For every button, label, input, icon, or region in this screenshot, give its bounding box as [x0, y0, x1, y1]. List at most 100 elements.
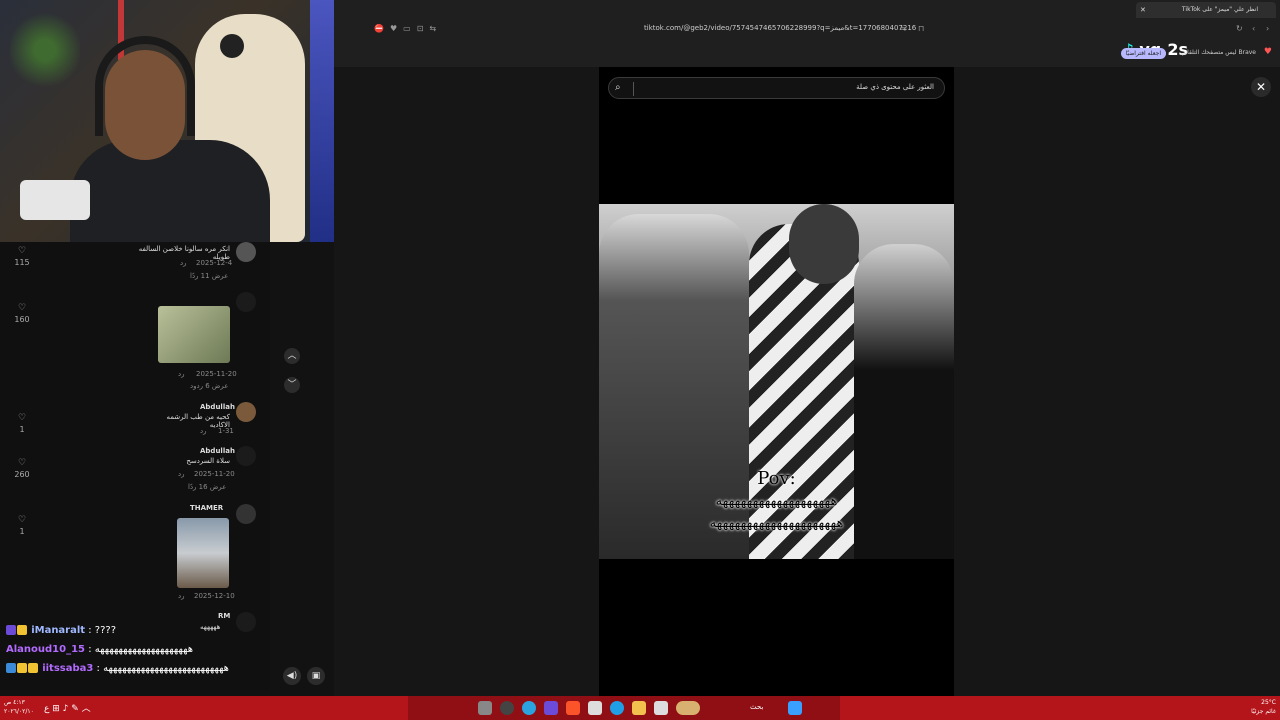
- badge-icon: [28, 663, 38, 673]
- avatar[interactable]: [236, 242, 256, 262]
- taskbar: ٤:١٣ ص ٢٠٢٦/٠٢/١٠ ع ⊞ ♪ ✎ ︿ بحث 25°C غائم …: [0, 696, 1280, 720]
- like-count: 1: [19, 425, 25, 434]
- comment-text: هههههه: [200, 623, 221, 631]
- avatar[interactable]: [236, 446, 256, 466]
- comment-photo[interactable]: [177, 518, 229, 588]
- default-browser-bar: ♪ vq.2s اجعله افتراضيًا Brave ليس متصفحك…: [334, 40, 1280, 67]
- like-count: 160: [14, 315, 30, 324]
- heart-icon[interactable]: ♡: [12, 413, 32, 423]
- video-frame[interactable]: Pov: هههههههههههههههههههه هههههههههههههه…: [599, 204, 954, 559]
- chat-text: : ههههههههههههههههههههه: [85, 644, 193, 655]
- tab-strip: + ✕ انظر علي "ميمز" على TikTok: [334, 0, 1280, 20]
- taskbar-search[interactable]: بحث: [750, 703, 763, 711]
- reload-icon[interactable]: ↻: [1236, 24, 1243, 33]
- view-replies[interactable]: عرض 16 ردًا: [188, 483, 226, 491]
- set-default-button[interactable]: اجعله افتراضيًا: [1120, 48, 1166, 59]
- weather-temp: 25°C: [1261, 699, 1276, 706]
- chat-text: : ههههههههههههههههههههههههههه: [93, 663, 229, 674]
- comment-date: 2025-12-4: [196, 259, 233, 267]
- comment-date: 2025-11-20: [194, 470, 235, 478]
- url-field[interactable]: tiktok.com/@geb2/video/75745474657062289…: [644, 24, 916, 32]
- related-search-input[interactable]: ⌕ العثور على محتوى ذي صلة: [608, 77, 945, 99]
- reply-link[interactable]: رد: [200, 427, 207, 435]
- reply-link[interactable]: رد: [180, 259, 187, 267]
- settings-icon[interactable]: [478, 701, 492, 715]
- start-icon[interactable]: [788, 701, 802, 715]
- avatar[interactable]: [236, 402, 256, 422]
- heart-icon[interactable]: ♡: [12, 303, 32, 313]
- video-caption-laugh: هههههههههههههههههههه: [715, 494, 839, 509]
- scroll-down-button[interactable]: ﹀: [284, 377, 300, 393]
- clock-time: ٤:١٣ ص: [4, 699, 25, 706]
- badge-icon: [6, 625, 16, 635]
- captions-icon[interactable]: ▣: [307, 667, 325, 685]
- headset: [95, 36, 195, 136]
- screen: انكر مره سالونا خلاصن السالفه طويله 2025…: [0, 0, 1280, 720]
- brave-heart-icon: ♥: [1263, 47, 1272, 57]
- badge-icon: [17, 625, 27, 635]
- commenter-name[interactable]: RM: [218, 612, 230, 620]
- reply-link[interactable]: رد: [178, 370, 185, 378]
- back-icon[interactable]: ‹: [1252, 24, 1255, 33]
- close-viewer-button[interactable]: ✕: [1251, 77, 1271, 97]
- video-caption-pov: Pov:: [757, 468, 796, 489]
- reply-link[interactable]: رد: [178, 470, 185, 478]
- chat-message: iitssaba3 : ههههههههههههههههههههههههههه: [6, 663, 229, 674]
- search-highlight-icon[interactable]: [676, 701, 700, 715]
- chat-text: : ????: [85, 625, 117, 636]
- commenter-name[interactable]: THAMER: [190, 504, 223, 512]
- address-bar: ⛔♥▭⊡⇆ tiktok.com/@geb2/video/75745474657…: [334, 20, 1280, 40]
- share-icon[interactable]: ⇋: [900, 24, 907, 33]
- extension-icons[interactable]: ⛔♥▭⊡⇆: [374, 24, 442, 33]
- github-icon[interactable]: [500, 701, 514, 715]
- microphone: [20, 180, 90, 220]
- search-placeholder: العثور على محتوى ذي صلة: [856, 83, 934, 91]
- view-replies[interactable]: عرض 6 ردود: [190, 382, 228, 390]
- chair-logo: [220, 34, 244, 58]
- close-tab-icon[interactable]: ✕: [1140, 2, 1146, 18]
- forward-icon[interactable]: ›: [1266, 24, 1269, 33]
- streamer-webcam: [0, 0, 334, 242]
- heart-icon[interactable]: ♡: [12, 515, 32, 525]
- active-tab[interactable]: ✕ انظر علي "ميمز" على TikTok: [1136, 2, 1276, 18]
- app-icon[interactable]: [544, 701, 558, 715]
- commenter-name[interactable]: Abdullah: [200, 447, 235, 455]
- chat-username: Alanoud10_15: [6, 644, 86, 655]
- weather-widget[interactable]: 25°C غائم جزئيًا: [1251, 698, 1276, 716]
- badge-icon: [17, 663, 27, 673]
- clock[interactable]: ٤:١٣ ص ٢٠٢٦/٠٢/١٠: [4, 698, 34, 716]
- avatar[interactable]: [236, 292, 256, 312]
- commenter-name[interactable]: Abdullah: [200, 403, 235, 411]
- comment-date: 2025-11-20: [196, 370, 237, 378]
- notification-text: Brave ليس متصفحك التلقائي.: [1178, 49, 1256, 56]
- heart-icon[interactable]: ♡: [12, 458, 32, 468]
- avatar[interactable]: [236, 612, 256, 632]
- cat-meme-image[interactable]: [158, 306, 230, 363]
- tab-title: انظر علي "ميمز" على TikTok: [1181, 6, 1258, 13]
- comments-panel[interactable]: انكر مره سالونا خلاصن السالفه طويله 2025…: [0, 242, 270, 690]
- chat-username: iitssaba3: [42, 663, 94, 674]
- bookmark-icon[interactable]: ⊓: [918, 24, 924, 33]
- like-count: 1: [19, 527, 25, 536]
- telegram-icon[interactable]: [522, 701, 536, 715]
- reply-link[interactable]: رد: [178, 592, 185, 600]
- brave-icon[interactable]: [566, 701, 580, 715]
- chat-username: iManaralt: [31, 625, 86, 636]
- app-icon[interactable]: [588, 701, 602, 715]
- comment-date: 2025-12-10: [194, 592, 235, 600]
- badge-icon: [6, 663, 16, 673]
- heart-icon[interactable]: ♡: [12, 246, 32, 256]
- chat-message: Alanoud10_15 : ههههههههههههههههههههه: [6, 644, 193, 655]
- video-caption-laugh: هههههههههههههههههههههه: [709, 516, 845, 531]
- comment-text: سلاة السردسح: [186, 457, 230, 465]
- view-replies[interactable]: عرض 11 ردًا: [190, 272, 228, 280]
- scroll-up-button[interactable]: ︿: [284, 348, 300, 364]
- search-icon[interactable]: ⌕: [615, 82, 621, 93]
- chat-message: iManaralt : ????: [6, 625, 116, 636]
- app-icon[interactable]: [654, 701, 668, 715]
- edge-icon[interactable]: [610, 701, 624, 715]
- avatar[interactable]: [236, 504, 256, 524]
- file-explorer-icon[interactable]: [632, 701, 646, 715]
- volume-icon[interactable]: ◀): [283, 667, 301, 685]
- system-tray[interactable]: ع ⊞ ♪ ✎ ︿: [44, 701, 91, 714]
